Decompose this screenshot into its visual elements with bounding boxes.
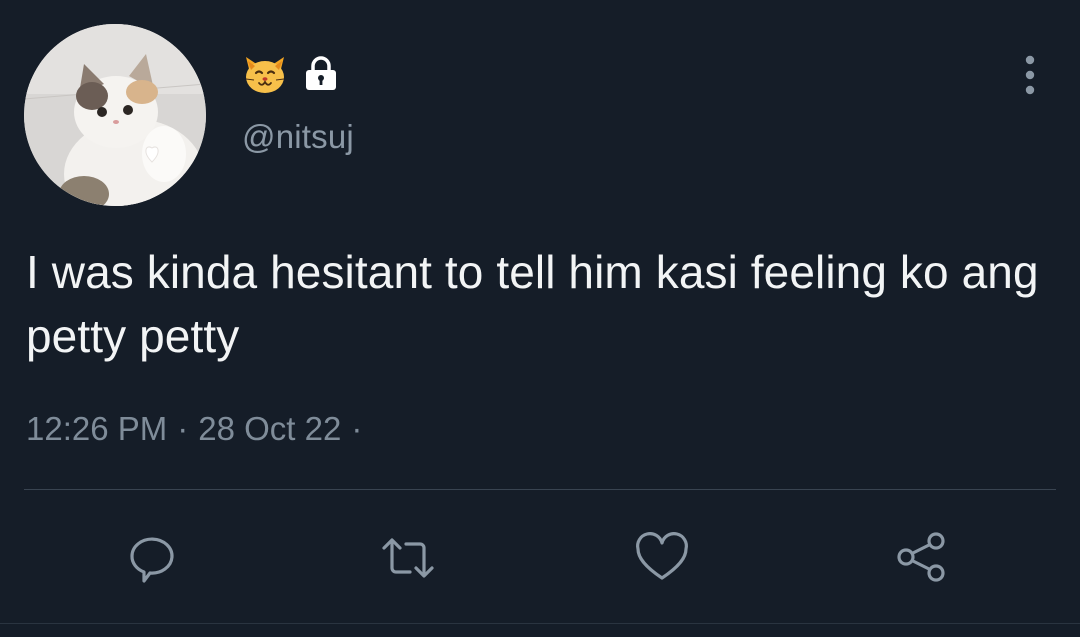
display-name-row bbox=[242, 50, 340, 96]
tweet-meta: 12:26 PM · 28 Oct 22 · bbox=[26, 410, 362, 448]
avatar[interactable] bbox=[24, 24, 206, 206]
meta-separator: · bbox=[177, 410, 189, 447]
user-handle[interactable]: @nitsuj bbox=[242, 118, 354, 156]
cat-face-emoji-icon bbox=[242, 51, 288, 95]
reply-button[interactable] bbox=[120, 526, 184, 590]
tweet-card: @nitsuj I was kinda hesitant to tell him… bbox=[0, 0, 1080, 637]
bottom-divider bbox=[0, 623, 1080, 624]
heart-icon bbox=[636, 532, 688, 580]
meta-separator-trailing: · bbox=[351, 410, 363, 447]
lock-icon bbox=[302, 54, 340, 92]
avatar-cat-photo bbox=[24, 24, 206, 206]
retweet-button[interactable] bbox=[376, 526, 440, 590]
tweet-time[interactable]: 12:26 PM bbox=[26, 410, 167, 448]
tweet-text: I was kinda hesitant to tell him kasi fe… bbox=[26, 246, 1039, 362]
like-button[interactable] bbox=[630, 526, 694, 590]
tweet-date[interactable]: 28 Oct 22 bbox=[198, 410, 341, 448]
more-options-icon[interactable] bbox=[1010, 50, 1050, 100]
speech-bubble-icon bbox=[130, 537, 174, 583]
share-button[interactable] bbox=[890, 526, 954, 590]
retweet-icon bbox=[382, 538, 434, 578]
share-icon bbox=[897, 532, 945, 582]
divider bbox=[24, 489, 1056, 490]
